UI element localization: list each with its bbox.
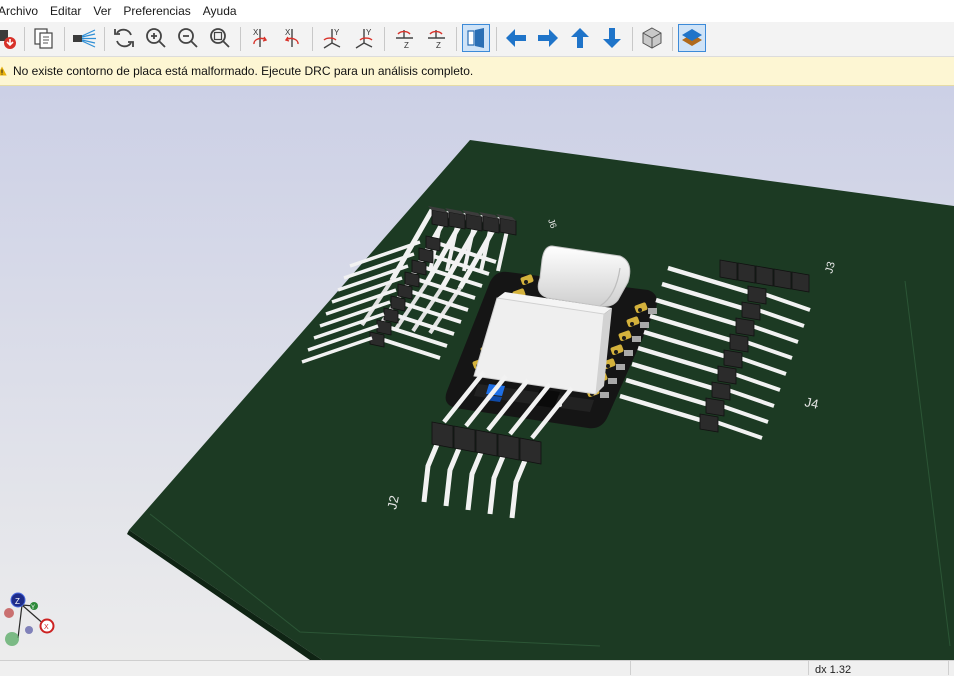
rotate-x-cw-button[interactable]: X (246, 24, 274, 52)
rotate-y-ccw-button[interactable]: Y (350, 24, 378, 52)
layers-button[interactable] (678, 24, 706, 52)
header-body (747, 285, 767, 305)
main-toolbar: X X Y Y Z Z (0, 22, 954, 57)
status-bar: dx 1.32 (0, 660, 954, 676)
flip-board-icon (467, 28, 484, 48)
menu-bar: Archivo Editar Ver Preferencias Ayuda (0, 0, 954, 22)
header-body (431, 421, 454, 449)
raytracing-icon (73, 29, 96, 48)
header-body (791, 271, 810, 293)
svg-text:Y: Y (366, 28, 372, 37)
pan-up-button[interactable] (566, 24, 594, 52)
rotate-y-cw-button[interactable]: Y (318, 24, 346, 52)
orthographic-icon (642, 27, 662, 49)
svg-text:Z: Z (15, 597, 20, 606)
menu-ayuda[interactable]: Ayuda (197, 0, 243, 22)
header-body (755, 265, 774, 287)
header-body (411, 259, 427, 276)
zoom-out-button[interactable] (174, 24, 202, 52)
menu-archivo[interactable]: Archivo (0, 0, 44, 22)
rf-shield (473, 292, 612, 395)
header-body (705, 397, 725, 417)
pan-left-button[interactable] (502, 24, 530, 52)
svg-text:Z: Z (436, 41, 441, 50)
3d-canvas[interactable]: J6 J3 J4 J2 Z Y X (0, 86, 954, 660)
header-body (773, 268, 792, 290)
rotate-x-ccw-button[interactable]: X (278, 24, 306, 52)
rotate-y-cw-icon: Y (323, 28, 341, 49)
header-body (717, 365, 737, 385)
reload-board-button[interactable] (110, 24, 138, 52)
svg-text:Y: Y (31, 605, 35, 611)
rotate-z-ccw-icon: Z (428, 30, 445, 50)
raytracing-button[interactable] (70, 24, 98, 52)
rotate-z-cw-button[interactable]: Z (390, 24, 418, 52)
rotate-x-cw-icon: X (253, 28, 268, 47)
usb-c-connector (537, 245, 631, 307)
warning-icon (0, 66, 7, 76)
menu-ver[interactable]: Ver (87, 0, 117, 22)
svg-text:X: X (285, 28, 291, 37)
copy-3d-image-icon (34, 28, 53, 49)
svg-text:Z: Z (404, 41, 409, 50)
zoom-readout: dx 1.32 (815, 664, 852, 676)
pan-down-icon (603, 28, 621, 48)
header-body (719, 259, 738, 281)
svg-text:X: X (253, 28, 259, 37)
menu-preferencias[interactable]: Preferencias (117, 0, 196, 22)
header-body (390, 295, 406, 312)
layers-icon (682, 29, 702, 46)
warning-message: No existe contorno de placa está malform… (13, 64, 474, 78)
pan-left-icon (506, 29, 526, 47)
header-body (729, 333, 749, 353)
header-body (418, 247, 434, 264)
header-body (383, 307, 399, 324)
copy-3d-image-button[interactable] (30, 24, 58, 52)
render-options-button[interactable] (0, 24, 20, 52)
zoom-fit-button[interactable] (206, 24, 234, 52)
header-body (723, 349, 743, 369)
header-body (425, 235, 441, 252)
header-body (397, 283, 413, 300)
header-body (453, 425, 476, 453)
svg-text:Y: Y (334, 28, 340, 37)
header-body (497, 433, 520, 461)
orthographic-button[interactable] (638, 24, 666, 52)
rotate-z-ccw-button[interactable]: Z (422, 24, 450, 52)
header-body (475, 429, 498, 457)
rotate-x-ccw-icon: X (284, 28, 299, 47)
rotate-y-ccw-icon: Y (355, 28, 373, 49)
header-body (519, 437, 542, 465)
svg-text:X: X (44, 624, 49, 631)
header-body (735, 317, 755, 337)
header-body (741, 301, 761, 321)
reload-board-icon (114, 28, 134, 48)
3d-scene[interactable]: J6 J3 J4 J2 Z Y X (0, 86, 954, 660)
pan-up-icon (571, 28, 589, 48)
warning-infobar: No existe contorno de placa está malform… (0, 57, 954, 86)
header-body (376, 319, 392, 336)
header-body (699, 413, 719, 433)
zoom-out-icon (178, 28, 198, 48)
zoom-fit-icon (210, 28, 230, 48)
pan-right-icon (538, 29, 558, 47)
header-body (404, 271, 420, 288)
menu-editar[interactable]: Editar (44, 0, 87, 22)
header-body (465, 213, 483, 232)
header-body (711, 381, 731, 401)
rotate-z-cw-icon: Z (396, 30, 413, 50)
zoom-in-button[interactable] (142, 24, 170, 52)
zoom-in-icon (146, 28, 166, 48)
header-body (499, 217, 517, 236)
header-body (448, 211, 466, 230)
header-body (482, 215, 500, 234)
render-options-icon (0, 30, 16, 49)
header-body (737, 262, 756, 284)
flip-board-button[interactable] (462, 24, 490, 52)
pan-down-button[interactable] (598, 24, 626, 52)
pan-right-button[interactable] (534, 24, 562, 52)
header-body (431, 209, 449, 228)
